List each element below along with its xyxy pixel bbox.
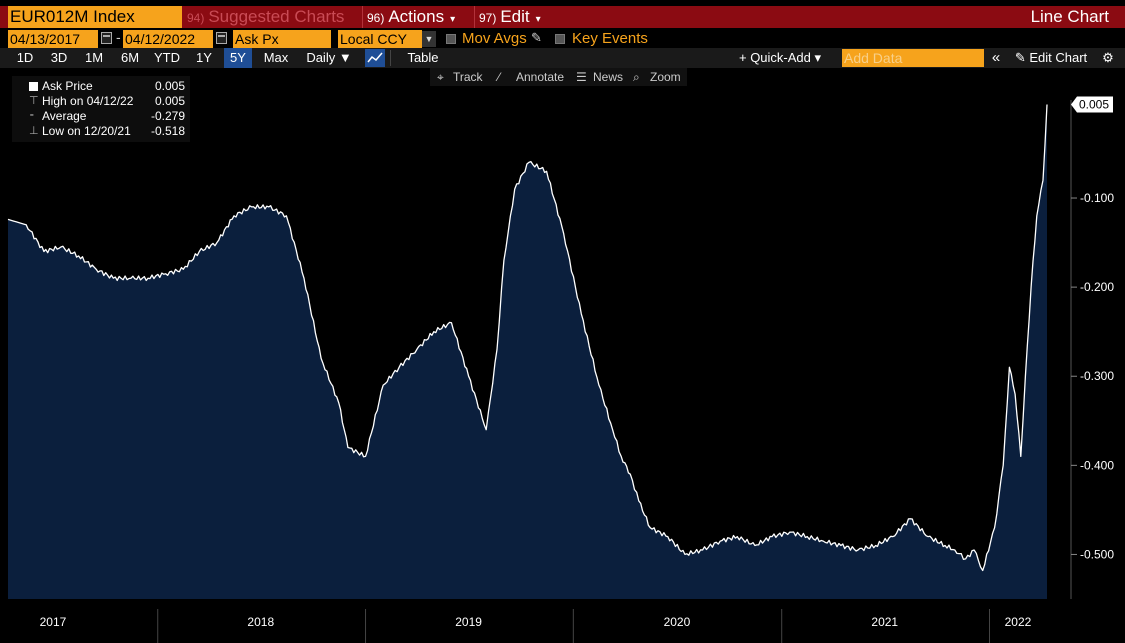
last-value-text: 0.005 — [1079, 97, 1109, 111]
range-button-6m[interactable]: 6M — [112, 48, 148, 68]
average-marker-icon: ⁃ — [29, 110, 35, 122]
edit-menu[interactable]: 97) Edit ▾ — [474, 6, 552, 28]
x-tick-label: 2022 — [1005, 615, 1032, 629]
legend: Ask Price 0.005 ⊤ High on 04/12/22 0.005… — [12, 76, 190, 142]
range-button-ytd[interactable]: YTD — [148, 48, 186, 68]
chart-tools: ⌖ Track ⁄ Annotate ☰ News ⌕ Zoom — [430, 68, 687, 86]
legend-series-label: Ask Price — [42, 79, 93, 93]
range-button-5y[interactable]: 5Y — [224, 48, 252, 68]
legend-swatch — [29, 82, 38, 91]
chevron-down-icon: ▾ — [535, 14, 541, 25]
y-tick-label: -0.400 — [1080, 458, 1114, 472]
menu-number: 94) — [187, 11, 205, 25]
range-button-1m[interactable]: 1M — [76, 48, 112, 68]
legend-high-value: 0.005 — [154, 94, 185, 108]
add-data-input[interactable]: Add Data — [842, 49, 984, 67]
edit-label: Edit — [500, 7, 530, 26]
title-bar: EUR012M Index 94) Suggested Charts 96) Act… — [0, 6, 1125, 28]
legend-high: ⊤ High on 04/12/22 0.005 — [12, 94, 190, 109]
x-tick-label: 2018 — [247, 615, 274, 629]
line-chart-icon[interactable] — [365, 49, 385, 67]
crosshair-icon[interactable]: ⌖ — [437, 68, 444, 86]
calendar-icon[interactable] — [216, 32, 227, 44]
field-selector[interactable]: Ask Px — [233, 30, 331, 48]
security-input[interactable]: EUR012M Index — [8, 6, 182, 28]
actions-label: Actions — [388, 7, 445, 26]
options-bar: 04/13/2017 - 04/12/2022 Ask Px Local CCY… — [0, 29, 1125, 49]
legend-series[interactable]: Ask Price 0.005 — [12, 79, 190, 94]
legend-high-label: High on 04/12/22 — [42, 94, 134, 108]
legend-low-value: -0.518 — [150, 124, 185, 138]
x-tick-label: 2017 — [40, 615, 67, 629]
zoom-button[interactable]: Zoom — [650, 68, 681, 86]
currency-selector[interactable]: Local CCY — [338, 30, 422, 48]
mov-avgs-checkbox[interactable] — [446, 34, 456, 44]
y-tick-label: -0.500 — [1080, 547, 1114, 561]
actions-menu[interactable]: 96) Actions ▾ — [362, 6, 470, 28]
legend-average: ⁃ Average -0.279 — [12, 109, 190, 124]
search-icon[interactable]: ⌕ — [633, 68, 640, 86]
date-separator: - — [116, 29, 121, 45]
news-icon[interactable]: ☰ — [576, 68, 587, 86]
collapse-icon[interactable]: « — [986, 48, 1006, 68]
mov-avgs-label: Mov Avgs — [462, 30, 527, 47]
x-tick-label: 2021 — [871, 615, 898, 629]
pencil-icon[interactable]: ⁄ — [498, 68, 500, 86]
range-button-1y[interactable]: 1Y — [186, 48, 222, 68]
menu-number: 96) — [367, 11, 385, 25]
menu-number: 97) — [479, 11, 497, 25]
quick-add-button[interactable]: + Quick-Add ▾ — [730, 48, 830, 68]
table-button[interactable]: Table — [398, 48, 448, 68]
legend-average-label: Average — [42, 109, 87, 123]
chevron-down-icon[interactable]: ▼ — [422, 31, 436, 47]
x-tick-label: 2020 — [664, 615, 691, 629]
chart-area[interactable]: -0.500 -0.400 -0.300 -0.200 -0.100 2017 2018 2… — [0, 68, 1125, 643]
track-button[interactable]: Track — [453, 68, 483, 86]
range-button-max[interactable]: Max — [256, 48, 296, 68]
gear-icon[interactable]: ⚙ — [1098, 48, 1118, 68]
legend-low-label: Low on 12/20/21 — [42, 124, 131, 138]
low-marker-icon: ⊥ — [29, 125, 39, 137]
high-marker-icon: ⊤ — [29, 95, 39, 107]
chevron-down-icon: ▾ — [450, 14, 456, 25]
y-tick-label: -0.200 — [1080, 280, 1114, 294]
pencil-icon[interactable]: ✎ — [531, 30, 542, 46]
news-button[interactable]: News — [593, 68, 623, 86]
key-events-label: Key Events — [572, 30, 648, 47]
range-button-1d[interactable]: 1D — [8, 48, 42, 68]
range-toolbar: 1D 3D 1M 6M YTD 1Y 5Y Max Daily ▼ Table … — [0, 48, 1125, 68]
suggested-charts-menu[interactable]: 94) Suggested Charts — [185, 6, 357, 28]
edit-chart-button[interactable]: ✎ Edit Chart — [1008, 48, 1094, 68]
key-events-checkbox[interactable] — [555, 34, 565, 44]
end-date-field[interactable]: 04/12/2022 — [123, 30, 213, 48]
range-button-3d[interactable]: 3D — [42, 48, 76, 68]
chart-type-title: Line Chart — [1030, 7, 1109, 26]
legend-series-value: 0.005 — [154, 79, 185, 93]
y-tick-label: -0.100 — [1080, 191, 1114, 205]
y-tick-label: -0.300 — [1080, 369, 1114, 383]
frequency-dropdown[interactable]: Daily ▼ — [298, 48, 360, 68]
x-tick-label: 2019 — [455, 615, 482, 629]
legend-average-value: -0.279 — [150, 109, 185, 123]
divider — [390, 50, 391, 66]
calendar-icon[interactable] — [101, 32, 112, 44]
legend-low: ⊥ Low on 12/20/21 -0.518 — [12, 124, 190, 139]
annotate-button[interactable]: Annotate — [516, 68, 564, 86]
start-date-field[interactable]: 04/13/2017 — [8, 30, 98, 48]
suggested-charts-label: Suggested Charts — [208, 7, 345, 26]
last-value-label: 0.005 — [1071, 96, 1113, 113]
